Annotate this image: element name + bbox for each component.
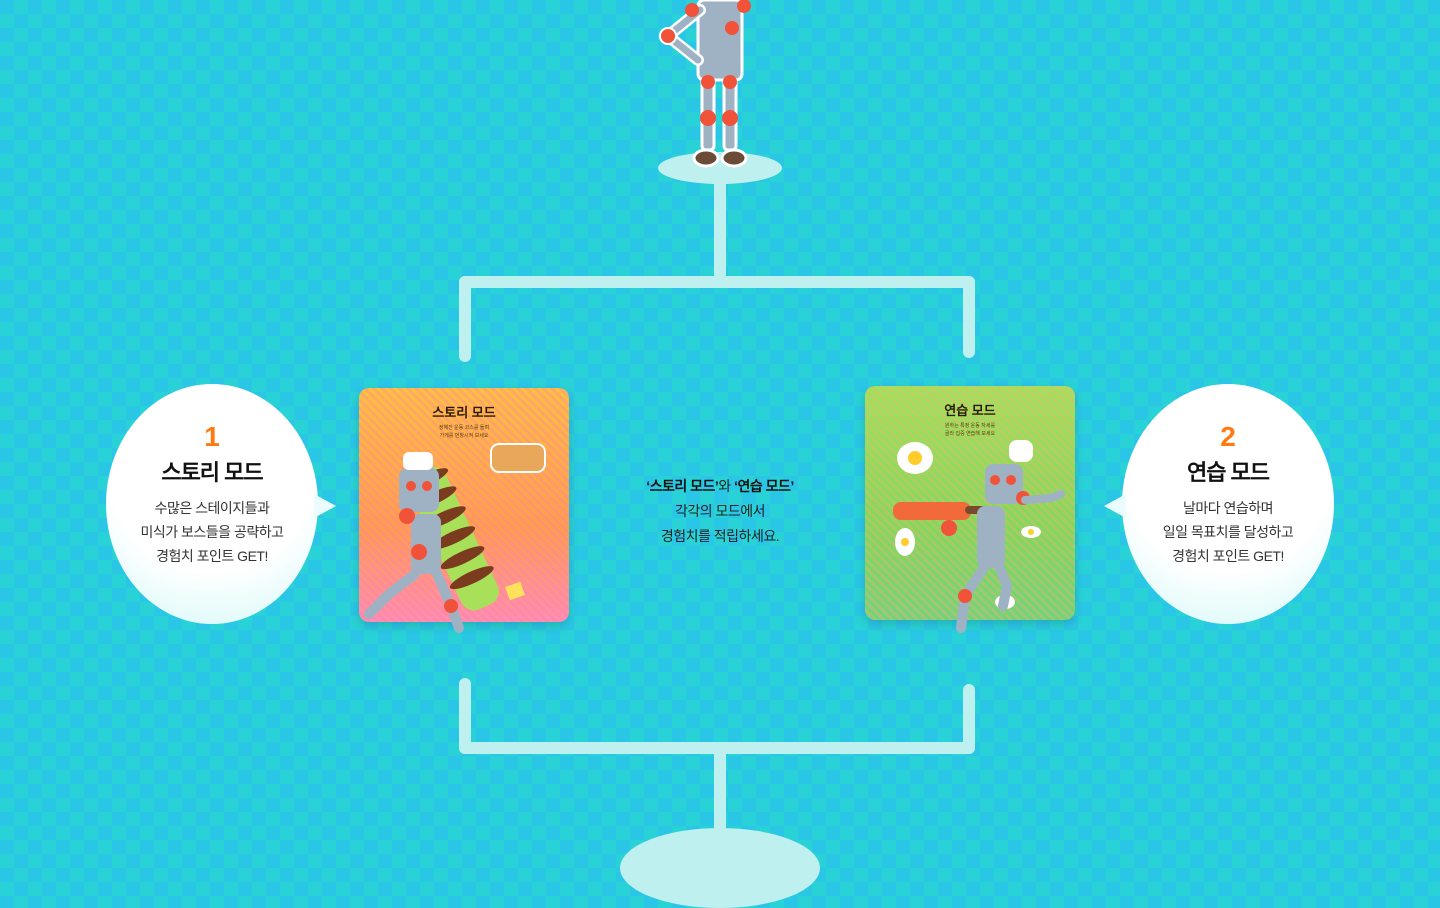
robot-chef-burger-icon: [364, 443, 546, 633]
intro-practice-label: ‘연습 모드’: [734, 478, 794, 494]
mode-number: 1: [204, 421, 220, 452]
card-title: 연습 모드: [944, 403, 996, 418]
mode-title: 연습 모드: [1186, 460, 1270, 485]
mode-intro-text: ‘스토리 모드’와 ‘연습 모드’ 각각의 모드에서 경험치를 적립하세요.: [620, 474, 820, 549]
robot-icon: [658, 0, 782, 184]
intro-story-label: ‘스토리 모드’: [646, 478, 719, 494]
mode-description: 수많은 스테이지들과 미식가 보스들을 공략하고 경험치 포인트 GET!: [140, 500, 284, 564]
mode-number: 2: [1220, 421, 1236, 452]
intro-conjunction: 와: [718, 478, 735, 494]
connector-top-left-drop: [459, 276, 471, 362]
bottom-platform: [620, 828, 820, 908]
mode-description: 날마다 연습하며 일일 목표치를 달성하고 경험치 포인트 GET!: [1162, 500, 1294, 564]
intro-line-1: ‘스토리 모드’와 ‘연습 모드’: [620, 474, 820, 499]
card-title: 스토리 모드: [432, 405, 496, 420]
intro-line-3: 경험치를 적립하세요.: [660, 528, 780, 544]
story-mode-card[interactable]: 스토리 모드 정해진 운동 코스를 돌며 가게를 번창시켜 보세요: [359, 388, 569, 633]
connector-top-right-drop: [963, 276, 975, 358]
intro-line-2: 각각의 모드에서: [674, 503, 766, 519]
bubble-tail: [1104, 494, 1126, 518]
robot-chef-pan-icon: [893, 440, 1065, 633]
practice-mode-card[interactable]: 연습 모드 원하는 특정 운동 자세를 골라 집중 연습해 보세요: [865, 386, 1075, 633]
mode-title: 스토리 모드: [161, 460, 263, 485]
connector-top-stem: [714, 170, 726, 280]
bubble-tail: [314, 494, 336, 518]
robot-mascot: [640, 0, 800, 190]
connector-top-bar: [459, 276, 975, 288]
practice-mode-bubble: 2 연습 모드 날마다 연습하며 일일 목표치를 달성하고 경험치 포인트 GE…: [1104, 384, 1334, 624]
story-mode-bubble: 1 스토리 모드 수많은 스테이지들과 미식가 보스들을 공략하고 경험치 포인…: [106, 384, 336, 624]
